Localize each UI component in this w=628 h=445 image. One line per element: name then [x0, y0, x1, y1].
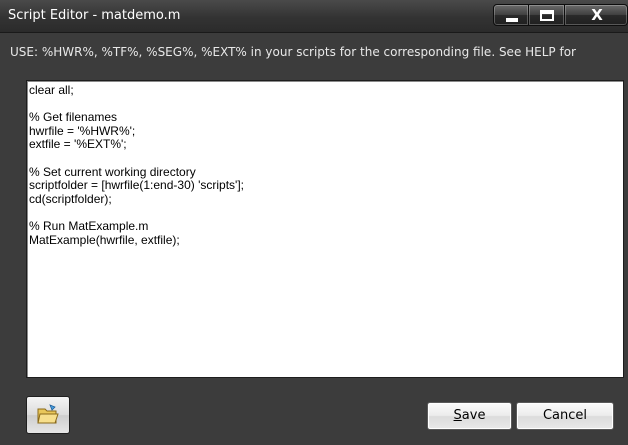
maximize-button[interactable] — [529, 4, 565, 26]
save-accelerator: S — [453, 408, 462, 423]
minimize-button[interactable] — [493, 4, 529, 26]
open-file-button[interactable] — [26, 396, 70, 434]
save-label: ave — [461, 408, 486, 423]
dialog-body: USE: %HWR%, %TF%, %SEG%, %EXT% in your s… — [0, 33, 628, 445]
window-title: Script Editor - matdemo.m — [8, 8, 181, 23]
script-editor-window: Script Editor - matdemo.m X USE: %HWR%, … — [0, 0, 628, 445]
maximize-icon — [540, 10, 554, 21]
minimize-icon — [506, 18, 518, 22]
title-bar[interactable]: Script Editor - matdemo.m X — [0, 0, 628, 33]
usage-hint: USE: %HWR%, %TF%, %SEG%, %EXT% in your s… — [10, 45, 576, 59]
cancel-button[interactable]: Cancel — [516, 402, 614, 430]
close-icon: X — [591, 6, 603, 24]
save-button[interactable]: Save — [427, 402, 512, 430]
script-editor-textarea[interactable]: clear all; % Get filenames hwrfile = '%H… — [26, 80, 624, 378]
close-button[interactable]: X — [565, 4, 628, 26]
folder-open-icon — [37, 404, 59, 424]
